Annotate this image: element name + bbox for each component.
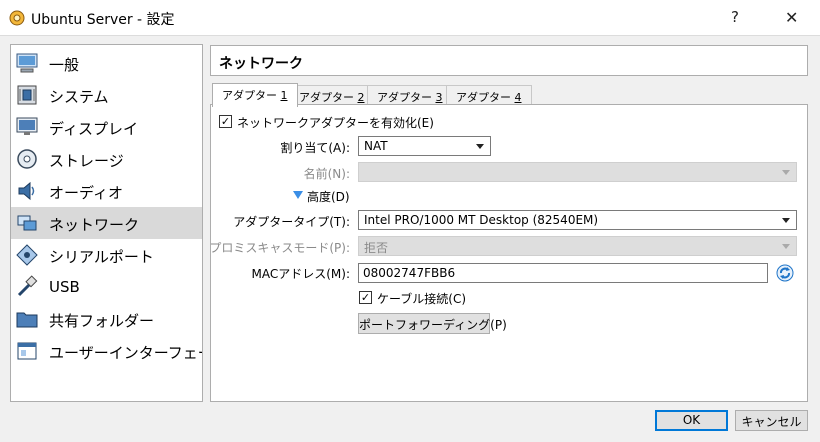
tab-number: 1 [280, 89, 288, 102]
mac-address-value: 08002747FBB6 [363, 266, 456, 280]
chevron-down-icon [782, 244, 790, 249]
tab-label: アダプター [456, 91, 511, 104]
sidebar-item-label: ディスプレイ [49, 120, 138, 138]
chevron-down-icon [782, 218, 790, 223]
tab-label: アダプター [377, 91, 432, 104]
mac-address-label: MACアドレス(M): [251, 267, 351, 281]
chevron-down-icon [476, 144, 484, 149]
attached-to-select[interactable]: NAT [358, 136, 491, 156]
cancel-button[interactable]: キャンセル [735, 410, 808, 431]
folder-icon [16, 312, 38, 328]
port-forwarding-label: ポートフォワーディング(P) [359, 318, 507, 332]
sidebar-item-label: 共有フォルダー [49, 312, 155, 330]
sidebar-item-display[interactable]: ディスプレイ [11, 111, 202, 143]
virtualbox-gear-icon [9, 10, 25, 26]
sidebar-item-label: 一般 [49, 56, 80, 74]
sidebar-item-label: ストレージ [49, 152, 124, 170]
promiscuous-mode-select[interactable]: 拒否 [358, 236, 797, 256]
advanced-toggle[interactable]: 高度(D) [307, 188, 350, 205]
sidebar-item-audio[interactable]: オーディオ [11, 175, 202, 207]
promiscuous-mode-label: プロミスキャスモード(P): [209, 241, 350, 255]
sidebar-item-system[interactable]: システム [11, 79, 202, 111]
promiscuous-mode-value: 拒否 [364, 241, 389, 255]
sidebar-item-user-interface[interactable]: ユーザーインターフェース [11, 335, 202, 367]
sidebar-item-label: USB [49, 278, 80, 296]
tab-label: アダプター [299, 91, 354, 104]
expand-triangle-icon[interactable] [293, 191, 303, 199]
settings-sidebar: 一般 システム ディスプレイ ストレージ オーディオ ネットワーク シリアルポー… [10, 44, 203, 402]
tab-label: アダプター [222, 89, 277, 102]
monitor-icon [16, 53, 38, 73]
window-title: Ubuntu Server - 設定 [31, 12, 175, 28]
network-icon [17, 215, 37, 231]
disk-icon [17, 149, 37, 169]
tab-adapter-1[interactable]: アダプター 1 [212, 83, 298, 107]
sidebar-item-storage[interactable]: ストレージ [11, 143, 202, 175]
serial-port-icon [16, 244, 38, 266]
tab-number: 4 [514, 91, 522, 104]
display-icon [16, 117, 38, 135]
page-title: ネットワーク [219, 56, 303, 72]
ui-window-icon [17, 342, 37, 360]
help-button[interactable]: ? [731, 8, 739, 26]
speaker-icon [18, 181, 35, 201]
sidebar-item-label: オーディオ [49, 184, 123, 202]
close-button[interactable]: ✕ [785, 8, 798, 27]
tab-adapter-2[interactable]: アダプター 2 [289, 85, 375, 105]
sidebar-item-label: システム [49, 88, 109, 106]
name-select[interactable] [358, 162, 797, 182]
sidebar-item-usb[interactable]: USB [11, 271, 202, 303]
adapter-type-label: アダプタータイプ(T): [233, 215, 350, 229]
sidebar-item-label: ネットワーク [49, 216, 140, 234]
port-forwarding-button[interactable]: ポートフォワーディング(P) [358, 313, 507, 334]
tab-number: 3 [435, 91, 443, 104]
title-bar: Ubuntu Server - 設定 ? ✕ [0, 0, 820, 36]
sidebar-item-serial-port[interactable]: シリアルポート [11, 239, 202, 271]
enable-adapter-label: ネットワークアダプターを有効化(E) [237, 116, 434, 130]
cable-connected-checkbox[interactable]: ✓ [359, 291, 372, 304]
tab-adapter-4[interactable]: アダプター 4 [446, 85, 532, 105]
sidebar-item-label: シリアルポート [49, 248, 154, 266]
refresh-mac-icon[interactable] [776, 264, 794, 282]
tab-adapter-3[interactable]: アダプター 3 [367, 85, 453, 105]
cable-connected-label: ケーブル接続(C) [377, 292, 467, 306]
sidebar-item-general[interactable]: 一般 [11, 47, 202, 79]
sidebar-item-network[interactable]: ネットワーク [11, 207, 202, 239]
mac-address-input[interactable]: 08002747FBB6 [358, 263, 768, 283]
attached-to-label: 割り当て(A): [280, 141, 350, 155]
chip-icon [17, 85, 37, 105]
chevron-down-icon [782, 170, 790, 175]
page-header: ネットワーク [210, 45, 808, 76]
adapter-type-value: Intel PRO/1000 MT Desktop (82540EM) [364, 213, 599, 227]
ok-button[interactable]: OK [655, 410, 728, 431]
name-label: 名前(N): [303, 167, 350, 181]
enable-adapter-checkbox[interactable]: ✓ [219, 115, 232, 128]
adapter-type-select[interactable]: Intel PRO/1000 MT Desktop (82540EM) [358, 210, 797, 230]
tab-number: 2 [357, 91, 365, 104]
sidebar-item-shared-folders[interactable]: 共有フォルダー [11, 303, 202, 335]
attached-to-value: NAT [364, 139, 388, 153]
usb-icon [17, 275, 38, 297]
sidebar-item-label: ユーザーインターフェース [49, 344, 202, 362]
